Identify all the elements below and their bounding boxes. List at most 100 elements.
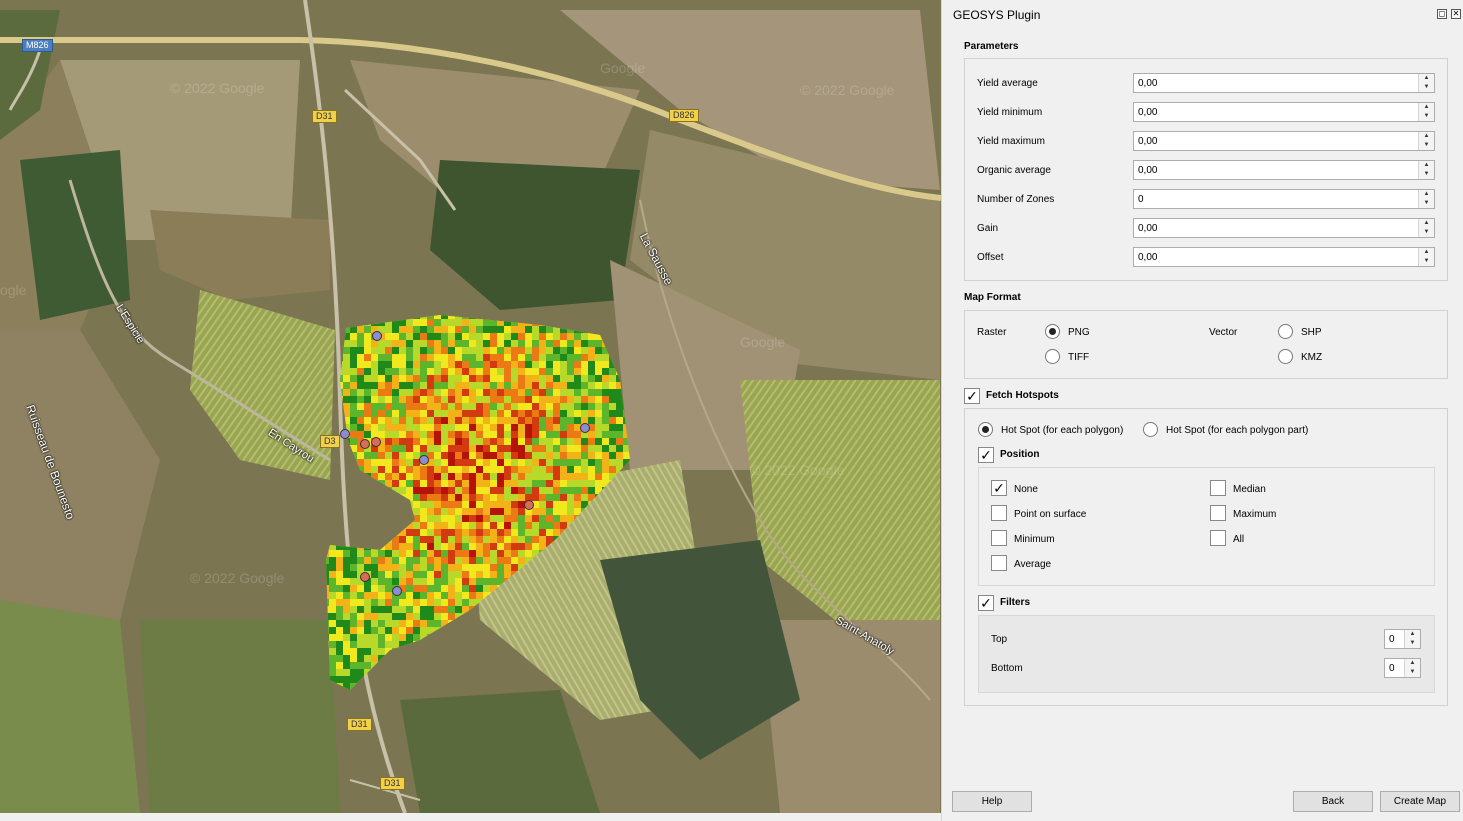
map-watermark: © 2022 Google: [190, 570, 285, 586]
back-button[interactable]: Back: [1293, 791, 1373, 812]
param-spinbox[interactable]: 0,00 ▲ ▼: [1133, 73, 1435, 93]
param-label: Yield minimum: [977, 107, 1043, 118]
map-watermark: ogle: [0, 282, 27, 298]
spin-up-icon[interactable]: ▲: [1419, 219, 1434, 228]
param-value: 0,00: [1138, 136, 1158, 147]
param-spinbox[interactable]: 0,00 ▲ ▼: [1133, 131, 1435, 151]
spin-down-icon[interactable]: ▼: [1405, 639, 1420, 648]
shp-radio[interactable]: [1278, 324, 1293, 339]
tiff-radio[interactable]: [1045, 349, 1060, 364]
param-spinbox[interactable]: 0,00 ▲ ▼: [1133, 102, 1435, 122]
spin-down-icon[interactable]: ▼: [1419, 257, 1434, 266]
hotspot-per-polygon-radio[interactable]: [978, 422, 993, 437]
fetch-hotspots-checkbox[interactable]: ✓: [964, 388, 980, 404]
position-label: Position: [1000, 449, 1040, 460]
spin-up-icon[interactable]: ▲: [1405, 659, 1420, 668]
spin-up-icon[interactable]: ▲: [1419, 74, 1434, 83]
hotspot-marker: [360, 439, 370, 449]
hotspot-marker: [524, 500, 534, 510]
map-watermark: Google: [740, 334, 786, 350]
road-label-m826: M826: [22, 39, 53, 52]
help-button[interactable]: Help: [952, 791, 1032, 812]
statusbar-strip: [0, 813, 941, 821]
none-checkbox[interactable]: ✓: [991, 480, 1007, 496]
all-checkbox[interactable]: [1210, 530, 1226, 546]
param-spinbox[interactable]: 0 ▲ ▼: [1133, 189, 1435, 209]
float-panel-icon[interactable]: ◻: [1437, 9, 1447, 19]
param-spinbox[interactable]: 0,00 ▲ ▼: [1133, 218, 1435, 238]
param-label: Yield average: [977, 78, 1038, 89]
hotspot-per-polygon-label: Hot Spot (for each polygon): [1001, 425, 1124, 436]
shp-label: SHP: [1301, 327, 1322, 338]
param-spinbox[interactable]: 0,00 ▲ ▼: [1133, 160, 1435, 180]
param-label: Offset: [977, 252, 1004, 263]
hotspot-marker: [580, 423, 590, 433]
geosys-plugin-panel: GEOSYS Plugin ◻ ✕ Parameters Map Format …: [941, 0, 1463, 821]
param-label: Number of Zones: [977, 194, 1055, 205]
parameters-heading: Parameters: [964, 41, 1019, 52]
spin-down-icon[interactable]: ▼: [1419, 141, 1434, 150]
param-value: 0,00: [1138, 107, 1158, 118]
maximum-checkbox[interactable]: [1210, 505, 1226, 521]
all-label: All: [1233, 534, 1245, 545]
road-label-d31-bottom: D31: [380, 777, 405, 790]
param-label: Yield maximum: [977, 136, 1045, 147]
png-radio[interactable]: [1045, 324, 1060, 339]
hotspot-per-part-label: Hot Spot (for each polygon part): [1166, 425, 1309, 436]
fetch-hotspots-label: Fetch Hotspots: [986, 390, 1059, 401]
top-spinbox[interactable]: 0 ▲ ▼: [1384, 629, 1421, 649]
hotspot-marker: [371, 437, 381, 447]
median-checkbox[interactable]: [1210, 480, 1226, 496]
average-checkbox[interactable]: [991, 555, 1007, 571]
bottom-spinbox[interactable]: 0 ▲ ▼: [1384, 658, 1421, 678]
hotspot-per-part-radio[interactable]: [1143, 422, 1158, 437]
param-value: 0,00: [1138, 252, 1158, 263]
none-label: None: [1014, 484, 1038, 495]
map-canvas[interactable]: M826 D31 D826 D3 D31 D31 La Sausse L'Esp…: [0, 0, 941, 813]
average-label: Average: [1014, 559, 1052, 570]
map-watermark: Google: [600, 60, 646, 76]
hotspot-marker: [392, 586, 402, 596]
param-value: 0,00: [1138, 165, 1158, 176]
spin-up-icon[interactable]: ▲: [1405, 630, 1420, 639]
kmz-label: KMZ: [1301, 352, 1323, 363]
spin-down-icon[interactable]: ▼: [1419, 170, 1434, 179]
png-label: PNG: [1068, 327, 1090, 338]
position-checkbox[interactable]: ✓: [978, 447, 994, 463]
top-value: 0: [1389, 634, 1395, 645]
spin-down-icon[interactable]: ▼: [1419, 112, 1434, 121]
close-panel-icon[interactable]: ✕: [1451, 9, 1461, 19]
minimum-label: Minimum: [1014, 534, 1055, 545]
spin-down-icon[interactable]: ▼: [1419, 83, 1434, 92]
filters-label: Filters: [1000, 597, 1031, 608]
hotspot-marker: [340, 429, 350, 439]
point-on-surface-checkbox[interactable]: [991, 505, 1007, 521]
bottom-label: Bottom: [991, 663, 1023, 674]
spin-up-icon[interactable]: ▲: [1419, 161, 1434, 170]
map-format-group: [964, 310, 1448, 379]
param-label: Gain: [977, 223, 999, 234]
spin-down-icon[interactable]: ▼: [1405, 668, 1420, 677]
map-format-heading: Map Format: [964, 292, 1021, 303]
spin-down-icon[interactable]: ▼: [1419, 199, 1434, 208]
filters-group: [978, 615, 1435, 693]
bottom-value: 0: [1389, 663, 1395, 674]
minimum-checkbox[interactable]: [991, 530, 1007, 546]
spin-up-icon[interactable]: ▲: [1419, 132, 1434, 141]
filters-checkbox[interactable]: ✓: [978, 595, 994, 611]
param-spinbox[interactable]: 0,00 ▲ ▼: [1133, 247, 1435, 267]
param-value: 0,00: [1138, 223, 1158, 234]
road-label-d3: D3: [320, 435, 340, 448]
spin-up-icon[interactable]: ▲: [1419, 103, 1434, 112]
param-label: Organic average: [977, 165, 1051, 176]
create-map-button[interactable]: Create Map: [1380, 791, 1460, 812]
panel-title: GEOSYS Plugin: [953, 8, 1041, 22]
spin-up-icon[interactable]: ▲: [1419, 248, 1434, 257]
param-value: 0,00: [1138, 78, 1158, 89]
kmz-radio[interactable]: [1278, 349, 1293, 364]
maximum-label: Maximum: [1233, 509, 1277, 520]
hotspot-marker: [419, 455, 429, 465]
median-label: Median: [1233, 484, 1266, 495]
spin-down-icon[interactable]: ▼: [1419, 228, 1434, 237]
spin-up-icon[interactable]: ▲: [1419, 190, 1434, 199]
